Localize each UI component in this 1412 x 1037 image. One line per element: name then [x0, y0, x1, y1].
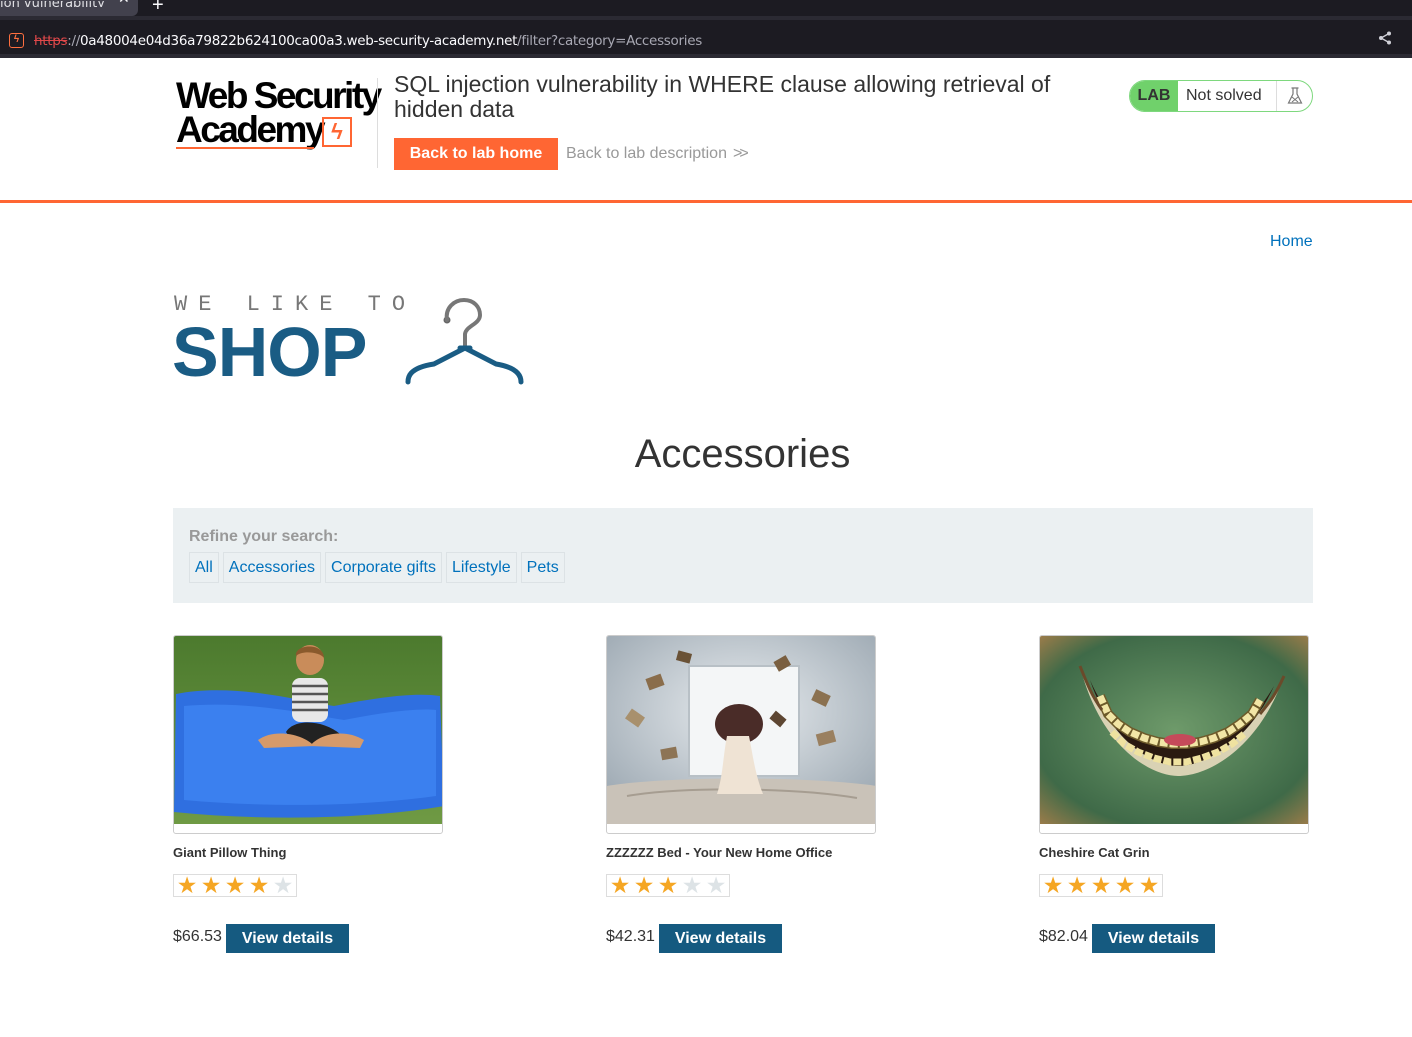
browser-tab[interactable]: ion vulnerability ✕	[0, 0, 138, 16]
address-bar: ϟ https://0a48004e04d36a79822b624100ca00…	[0, 16, 1412, 58]
url-separator: ://	[67, 33, 80, 49]
product-price: $42.31	[606, 928, 655, 945]
product-name: Giant Pillow Thing	[173, 845, 287, 860]
star-icon: ★	[1114, 872, 1136, 898]
product-image	[606, 635, 876, 834]
url-field[interactable]: ϟ https://0a48004e04d36a79822b624100ca00…	[0, 20, 1412, 54]
clothes-hanger-icon	[405, 297, 524, 385]
lab-header: Web Security Academy ϟ SQL injection vul…	[0, 58, 1412, 203]
star-icon: ★	[1138, 872, 1160, 898]
product-price: $66.53	[173, 928, 222, 945]
lab-status-text: Not solved	[1186, 87, 1262, 104]
star-icon: ★	[224, 872, 246, 898]
star-empty-icon: ★	[681, 872, 703, 898]
nav-home-link[interactable]: Home	[1270, 233, 1313, 251]
rating-stars: ★ ★ ★ ★ ★	[1039, 874, 1163, 897]
lab-badge: LAB	[1130, 81, 1178, 111]
url-path: /filter?category=Accessories	[517, 33, 702, 49]
rating-stars: ★ ★ ★ ★ ★	[173, 874, 297, 897]
star-icon: ★	[657, 872, 679, 898]
back-to-lab-description-link[interactable]: Back to lab description >>	[566, 145, 749, 163]
view-details-button[interactable]: View details	[1092, 924, 1215, 953]
lab-title: SQL injection vulnerability in WHERE cla…	[394, 71, 1051, 122]
double-chevron-right-icon: >>	[732, 145, 749, 162]
star-empty-icon: ★	[272, 872, 294, 898]
product-name: Cheshire Cat Grin	[1039, 845, 1150, 860]
filter-pets[interactable]: Pets	[520, 552, 565, 583]
star-icon: ★	[176, 872, 198, 898]
back-to-lab-description-label: Back to lab description	[566, 145, 727, 162]
refine-search-label: Refine your search:	[189, 528, 339, 545]
shop-logo-word: SHOP	[172, 313, 367, 391]
view-details-button[interactable]: View details	[659, 924, 782, 953]
tab-close-icon[interactable]: ✕	[118, 0, 130, 5]
star-icon: ★	[609, 872, 631, 898]
category-filter-list: All Accessories Corporate gifts Lifestyl…	[189, 552, 565, 583]
product-price: $82.04	[1039, 928, 1088, 945]
lab-status-widget: LAB Not solved	[1129, 80, 1313, 112]
filter-panel: Refine your search: All Accessories Corp…	[173, 508, 1313, 603]
product-card: ZZZZZZ Bed - Your New Home Office ★ ★ ★ …	[606, 635, 906, 965]
star-icon: ★	[633, 872, 655, 898]
star-icon: ★	[1066, 872, 1088, 898]
tab-title: ion vulnerability	[0, 1, 112, 7]
url-protocol: https	[34, 33, 68, 49]
filter-accessories[interactable]: Accessories	[222, 552, 322, 583]
rating-stars: ★ ★ ★ ★ ★	[606, 874, 730, 897]
url-host: 0a48004e04d36a79822b624100ca00a3.web-sec…	[80, 33, 518, 49]
category-heading: Accessories	[634, 432, 851, 476]
star-icon: ★	[1090, 872, 1112, 898]
web-security-academy-logo[interactable]: Web Security Academy ϟ	[176, 77, 382, 152]
back-to-lab-home-button[interactable]: Back to lab home	[394, 138, 558, 170]
filter-lifestyle[interactable]: Lifestyle	[445, 552, 517, 583]
view-details-button[interactable]: View details	[226, 924, 349, 953]
product-card: Cheshire Cat Grin ★ ★ ★ ★ ★ $82.04 View …	[1039, 635, 1339, 965]
header-divider	[377, 78, 378, 168]
star-icon: ★	[200, 872, 222, 898]
browser-tabstrip: ion vulnerability ✕ +	[0, 0, 1412, 16]
site-security-icon[interactable]: ϟ	[9, 33, 24, 48]
filter-corporate-gifts[interactable]: Corporate gifts	[325, 552, 442, 583]
star-icon: ★	[1042, 872, 1064, 898]
filter-all[interactable]: All	[189, 552, 219, 583]
product-image	[1039, 635, 1309, 834]
lightning-bolt-icon: ϟ	[322, 117, 352, 147]
logo-line-2: Academy	[176, 109, 326, 150]
star-icon: ★	[248, 872, 270, 898]
product-name: ZZZZZZ Bed - Your New Home Office	[606, 845, 833, 860]
logo-underline	[176, 147, 314, 149]
shop-logo: WE LIKE TO SHOP	[172, 290, 532, 390]
url-text[interactable]: https://0a48004e04d36a79822b624100ca00a3…	[34, 33, 702, 49]
star-empty-icon: ★	[705, 872, 727, 898]
new-tab-icon[interactable]: +	[152, 0, 164, 17]
share-icon[interactable]	[1378, 31, 1392, 50]
product-card: Giant Pillow Thing ★ ★ ★ ★ ★ $66.53 View…	[173, 635, 473, 965]
flask-icon	[1276, 81, 1312, 111]
product-image	[173, 635, 443, 834]
